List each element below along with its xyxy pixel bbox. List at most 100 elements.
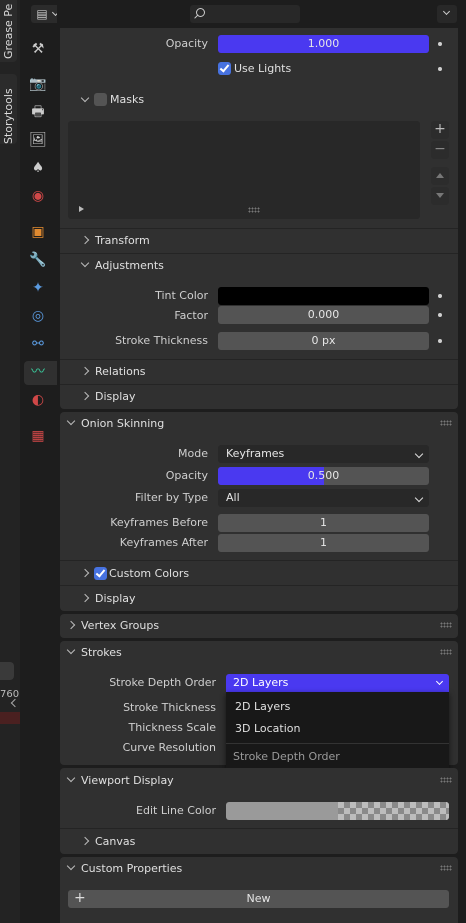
- custom-properties-drag-grip[interactable]: [440, 865, 452, 871]
- menu-item-2d-layers[interactable]: 2D Layers: [235, 699, 440, 715]
- separator: [60, 585, 458, 586]
- edit-line-color-label: Edit Line Color: [136, 804, 216, 817]
- separator: [60, 253, 458, 254]
- viewport-display-drag-grip[interactable]: [440, 777, 452, 783]
- add-mask-button[interactable]: +: [431, 121, 449, 139]
- stroke-depth-order-dropdown[interactable]: 2D Layers: [226, 674, 449, 692]
- texture-icon[interactable]: ▦: [29, 427, 47, 445]
- curve-resolution-label: Curve Resolution: [122, 741, 216, 754]
- onion-skinning-drag-grip[interactable]: [440, 420, 452, 426]
- onion-mode-value: Keyframes: [226, 447, 285, 460]
- tint-color-swatch[interactable]: [218, 287, 429, 305]
- editor-type-icon: ▤: [36, 7, 48, 21]
- menu-separator: [226, 743, 449, 744]
- physics-icon[interactable]: ◎: [29, 307, 47, 325]
- strokes-drag-grip[interactable]: [440, 649, 452, 655]
- custom-colors-checkbox[interactable]: [94, 567, 107, 580]
- factor-keyframe-dot[interactable]: [438, 313, 442, 317]
- world-icon[interactable]: ◉: [29, 187, 47, 205]
- transform-label[interactable]: Transform: [95, 234, 150, 248]
- viewport-display-title[interactable]: Viewport Display: [81, 774, 174, 788]
- separator: [60, 384, 458, 385]
- strokes-title[interactable]: Strokes: [81, 646, 122, 660]
- stroke-thickness-keyframe-dot[interactable]: [438, 339, 442, 343]
- new-property-label: New: [246, 892, 271, 905]
- masks-list[interactable]: [68, 121, 420, 219]
- onion-mode-label: Mode: [178, 447, 208, 460]
- new-property-button[interactable]: + New: [68, 890, 449, 908]
- use-lights-label: Use Lights: [234, 62, 292, 75]
- onion-opacity-value: 0.500: [307, 469, 340, 482]
- effects-icon[interactable]: ✦: [29, 279, 47, 297]
- move-down-icon: [436, 193, 444, 198]
- viewport-edge-red: [0, 712, 20, 724]
- opacity-keyframe-dot[interactable]: [438, 42, 442, 46]
- alpha-checker: [338, 802, 449, 820]
- stroke-thickness-label: Stroke Thickness: [115, 334, 208, 347]
- viewport-edge-corner: [0, 662, 14, 680]
- modifier-icon[interactable]: 🔧: [29, 251, 47, 269]
- canvas-label[interactable]: Canvas: [95, 835, 135, 849]
- filter-by-type-label: Filter by Type: [135, 491, 208, 504]
- factor-field[interactable]: 0.000: [218, 306, 429, 324]
- layer-opacity-field[interactable]: 1.000: [218, 35, 429, 53]
- stroke-depth-order-label: Stroke Depth Order: [109, 676, 216, 689]
- viewport-edge-value: 760: [0, 689, 20, 700]
- onion-mode-dropdown[interactable]: Keyframes: [218, 445, 429, 463]
- chevron-down-icon: [414, 493, 424, 503]
- menu-footer-label: Stroke Depth Order: [233, 750, 340, 763]
- object-icon[interactable]: ▣: [29, 223, 47, 241]
- tint-color-keyframe-dot[interactable]: [438, 294, 442, 298]
- chevron-down-icon: [435, 677, 444, 686]
- use-lights-keyframe-dot[interactable]: [438, 67, 442, 71]
- layer-opacity-label: Opacity: [165, 37, 208, 50]
- onion-display-label[interactable]: Display: [95, 592, 136, 606]
- masks-list-resize-grip[interactable]: [248, 207, 260, 213]
- masks-label: Masks: [110, 93, 145, 106]
- filter-by-type-value: All: [226, 491, 240, 504]
- vertex-groups-drag-grip[interactable]: [440, 622, 452, 628]
- separator: [60, 828, 458, 829]
- menu-item-3d-location[interactable]: 3D Location: [235, 721, 440, 737]
- remove-mask-button[interactable]: −: [431, 141, 449, 159]
- custom-properties-title[interactable]: Custom Properties: [81, 862, 182, 876]
- tab-grease-pencil-label: Grease Pe: [2, 3, 15, 59]
- factor-label: Factor: [174, 309, 208, 322]
- onion-skinning-title[interactable]: Onion Skinning: [81, 417, 164, 431]
- grease-pencil-data-icon: 〰: [31, 364, 45, 380]
- layer-display-label[interactable]: Display: [95, 390, 136, 404]
- material-icon[interactable]: ◐: [29, 391, 47, 409]
- scene-icon[interactable]: ♠: [29, 159, 47, 177]
- keyframes-after-label: Keyframes After: [119, 536, 208, 549]
- tool-icon[interactable]: ⚒: [29, 40, 47, 58]
- output-icon[interactable]: 🖶: [29, 103, 47, 121]
- render-icon[interactable]: 📷: [29, 75, 47, 93]
- masks-checkbox[interactable]: [94, 93, 107, 106]
- separator: [60, 228, 458, 229]
- keyframes-before-label: Keyframes Before: [110, 516, 208, 529]
- separator: [60, 560, 458, 561]
- view-layer-icon[interactable]: 🖼: [29, 131, 47, 149]
- adjustments-label[interactable]: Adjustments: [95, 259, 164, 273]
- onion-opacity-slider[interactable]: 0.500: [218, 467, 429, 485]
- keyframes-after-field[interactable]: 1: [218, 534, 429, 552]
- constraint-icon[interactable]: ⚯: [29, 335, 47, 353]
- stroke-depth-order-value: 2D Layers: [233, 676, 289, 689]
- onion-opacity-label: Opacity: [165, 469, 208, 482]
- custom-colors-label: Custom Colors: [109, 567, 190, 580]
- separator: [60, 359, 458, 360]
- use-lights-checkbox[interactable]: [218, 62, 231, 75]
- stroke-thickness-field[interactable]: 0 px: [218, 332, 429, 350]
- keyframes-before-field[interactable]: 1: [218, 514, 429, 532]
- edit-line-color-swatch[interactable]: [226, 802, 449, 820]
- search-input[interactable]: [190, 5, 300, 23]
- chevron-down-icon: [414, 449, 424, 459]
- tab-storytools-label: Storytools: [2, 88, 15, 144]
- masks-list-expand-icon[interactable]: [79, 206, 84, 212]
- relations-label[interactable]: Relations: [95, 365, 146, 379]
- onion-skinning-panel: [60, 412, 458, 611]
- vertex-groups-title[interactable]: Vertex Groups: [81, 619, 159, 633]
- tint-color-label: Tint Color: [155, 289, 208, 302]
- thickness-scale-label: Thickness Scale: [128, 721, 216, 734]
- filter-by-type-dropdown[interactable]: All: [218, 489, 429, 507]
